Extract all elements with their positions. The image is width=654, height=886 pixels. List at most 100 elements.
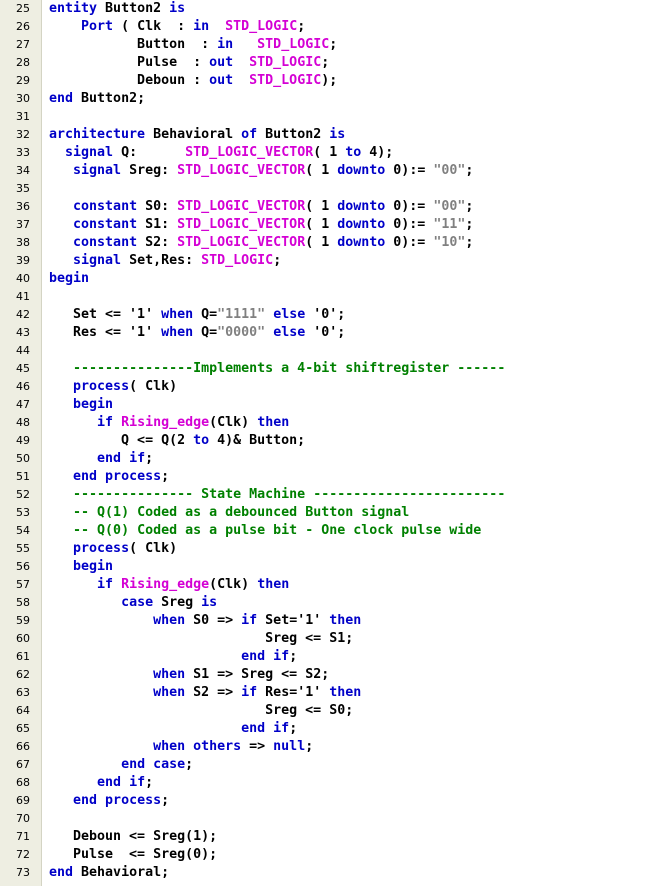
code-text[interactable]: when S0 => if Set='1' then <box>49 612 361 630</box>
code-text[interactable]: Button : in STD_LOGIC; <box>49 36 337 54</box>
code-line[interactable]: 72 Pulse <= Sreg(0); <box>0 846 654 864</box>
code-line[interactable]: 45 ---------------Implements a 4-bit shi… <box>0 360 654 378</box>
code-line[interactable]: 68 end if; <box>0 774 654 792</box>
code-token-default <box>49 649 241 664</box>
code-line[interactable]: 55 process( Clk) <box>0 540 654 558</box>
code-line[interactable]: 70 <box>0 810 654 828</box>
code-text[interactable]: end if; <box>49 450 153 468</box>
code-line[interactable]: 30 end Button2; <box>0 90 654 108</box>
code-text[interactable]: architecture Behavioral of Button2 is <box>49 126 345 144</box>
code-text[interactable]: end process; <box>49 468 169 486</box>
code-text[interactable]: end Behavioral; <box>49 864 169 882</box>
code-text[interactable]: begin <box>49 558 113 576</box>
code-line[interactable]: 26 Port ( Clk : in STD_LOGIC; <box>0 18 654 36</box>
code-text[interactable]: Q <= Q(2 to 4)& Button; <box>49 432 305 450</box>
code-text[interactable]: begin <box>49 396 113 414</box>
code-line[interactable]: 48 if Rising_edge(Clk) then <box>0 414 654 432</box>
code-line[interactable]: 38 constant S2: STD_LOGIC_VECTOR( 1 down… <box>0 234 654 252</box>
code-line[interactable]: 60 Sreg <= S1; <box>0 630 654 648</box>
code-line[interactable]: 52 --------------- State Machine -------… <box>0 486 654 504</box>
code-text[interactable]: if Rising_edge(Clk) then <box>49 576 289 594</box>
code-text[interactable]: end process; <box>49 792 169 810</box>
code-line[interactable]: 61 end if; <box>0 648 654 666</box>
code-line[interactable]: 54 -- Q(0) Coded as a pulse bit - One cl… <box>0 522 654 540</box>
code-text[interactable]: entity Button2 is <box>49 0 185 18</box>
code-text[interactable]: Set <= '1' when Q="1111" else '0'; <box>49 306 345 324</box>
code-line[interactable]: 49 Q <= Q(2 to 4)& Button; <box>0 432 654 450</box>
code-line[interactable]: 40 begin <box>0 270 654 288</box>
code-line[interactable]: 34 signal Sreg: STD_LOGIC_VECTOR( 1 down… <box>0 162 654 180</box>
code-text[interactable]: end if; <box>49 720 297 738</box>
code-line[interactable]: 43 Res <= '1' when Q="0000" else '0'; <box>0 324 654 342</box>
code-text[interactable]: Port ( Clk : in STD_LOGIC; <box>49 18 305 36</box>
code-text[interactable]: constant S2: STD_LOGIC_VECTOR( 1 downto … <box>49 234 473 252</box>
code-text[interactable]: when S1 => Sreg <= S2; <box>49 666 329 684</box>
code-line[interactable]: 53 -- Q(1) Coded as a debounced Button s… <box>0 504 654 522</box>
code-line[interactable]: 73 end Behavioral; <box>0 864 654 882</box>
code-text[interactable]: -- Q(0) Coded as a pulse bit - One clock… <box>49 522 481 540</box>
code-token-default: Deboun <= Sreg(1); <box>49 829 218 844</box>
code-token-default <box>49 199 73 214</box>
code-text[interactable]: case Sreg is <box>49 594 217 612</box>
code-line[interactable]: 44 <box>0 342 654 360</box>
code-line[interactable]: 58 case Sreg is <box>0 594 654 612</box>
code-text[interactable]: process( Clk) <box>49 378 177 396</box>
code-line[interactable]: 33 signal Q: STD_LOGIC_VECTOR( 1 to 4); <box>0 144 654 162</box>
code-text[interactable]: --------------- State Machine ----------… <box>49 486 505 504</box>
code-line[interactable]: 51 end process; <box>0 468 654 486</box>
code-line[interactable]: 50 end if; <box>0 450 654 468</box>
code-line[interactable]: 46 process( Clk) <box>0 378 654 396</box>
code-text[interactable]: end Button2; <box>49 90 145 108</box>
code-line[interactable]: 25 entity Button2 is <box>0 0 654 18</box>
code-line[interactable]: 64 Sreg <= S0; <box>0 702 654 720</box>
code-line[interactable]: 29 Deboun : out STD_LOGIC); <box>0 72 654 90</box>
code-line[interactable]: 57 if Rising_edge(Clk) then <box>0 576 654 594</box>
code-text[interactable]: if Rising_edge(Clk) then <box>49 414 289 432</box>
code-text[interactable]: Sreg <= S1; <box>49 630 353 648</box>
code-line[interactable]: 35 <box>0 180 654 198</box>
code-text[interactable]: end if; <box>49 774 153 792</box>
code-text[interactable]: Pulse : out STD_LOGIC; <box>49 54 329 72</box>
code-text[interactable]: ---------------Implements a 4-bit shiftr… <box>49 360 505 378</box>
code-text[interactable]: Res <= '1' when Q="0000" else '0'; <box>49 324 345 342</box>
code-text[interactable]: begin <box>49 270 89 288</box>
code-line[interactable]: 36 constant S0: STD_LOGIC_VECTOR( 1 down… <box>0 198 654 216</box>
code-text[interactable]: constant S0: STD_LOGIC_VECTOR( 1 downto … <box>49 198 473 216</box>
code-line[interactable]: 71 Deboun <= Sreg(1); <box>0 828 654 846</box>
code-text[interactable]: signal Q: STD_LOGIC_VECTOR( 1 to 4); <box>49 144 393 162</box>
code-token-keyword: out <box>209 73 234 88</box>
code-line[interactable]: 28 Pulse : out STD_LOGIC; <box>0 54 654 72</box>
code-line[interactable]: 69 end process; <box>0 792 654 810</box>
code-line[interactable]: 65 end if; <box>0 720 654 738</box>
code-text[interactable]: when S2 => if Res='1' then <box>49 684 361 702</box>
code-line[interactable]: 59 when S0 => if Set='1' then <box>0 612 654 630</box>
code-text[interactable]: signal Set,Res: STD_LOGIC; <box>49 252 281 270</box>
code-text[interactable]: Deboun : out STD_LOGIC); <box>49 72 337 90</box>
line-number: 33 <box>16 146 30 159</box>
code-line[interactable]: 67 end case; <box>0 756 654 774</box>
code-line[interactable]: 31 <box>0 108 654 126</box>
code-token-keyword: in <box>217 37 234 52</box>
code-line[interactable]: 42 Set <= '1' when Q="1111" else '0'; <box>0 306 654 324</box>
code-text[interactable]: end case; <box>49 756 193 774</box>
code-line[interactable]: 41 <box>0 288 654 306</box>
code-line[interactable]: 63 when S2 => if Res='1' then <box>0 684 654 702</box>
code-line[interactable]: 47 begin <box>0 396 654 414</box>
code-text[interactable]: end if; <box>49 648 297 666</box>
code-text[interactable]: when others => null; <box>49 738 313 756</box>
code-line[interactable]: 62 when S1 => Sreg <= S2; <box>0 666 654 684</box>
code-text[interactable]: process( Clk) <box>49 540 177 558</box>
code-text[interactable]: -- Q(1) Coded as a debounced Button sign… <box>49 504 409 522</box>
code-line[interactable]: 39 signal Set,Res: STD_LOGIC; <box>0 252 654 270</box>
code-line[interactable]: 56 begin <box>0 558 654 576</box>
code-editor[interactable]: 25 entity Button2 is 26 Port ( Clk : in ST… <box>0 0 654 886</box>
code-text[interactable]: constant S1: STD_LOGIC_VECTOR( 1 downto … <box>49 216 473 234</box>
code-text[interactable]: Pulse <= Sreg(0); <box>49 846 217 864</box>
code-line[interactable]: 27 Button : in STD_LOGIC; <box>0 36 654 54</box>
code-line[interactable]: 37 constant S1: STD_LOGIC_VECTOR( 1 down… <box>0 216 654 234</box>
code-line[interactable]: 32 architecture Behavioral of Button2 is <box>0 126 654 144</box>
code-text[interactable]: Deboun <= Sreg(1); <box>49 828 217 846</box>
code-text[interactable]: Sreg <= S0; <box>49 702 353 720</box>
code-line[interactable]: 66 when others => null; <box>0 738 654 756</box>
code-text[interactable]: signal Sreg: STD_LOGIC_VECTOR( 1 downto … <box>49 162 473 180</box>
